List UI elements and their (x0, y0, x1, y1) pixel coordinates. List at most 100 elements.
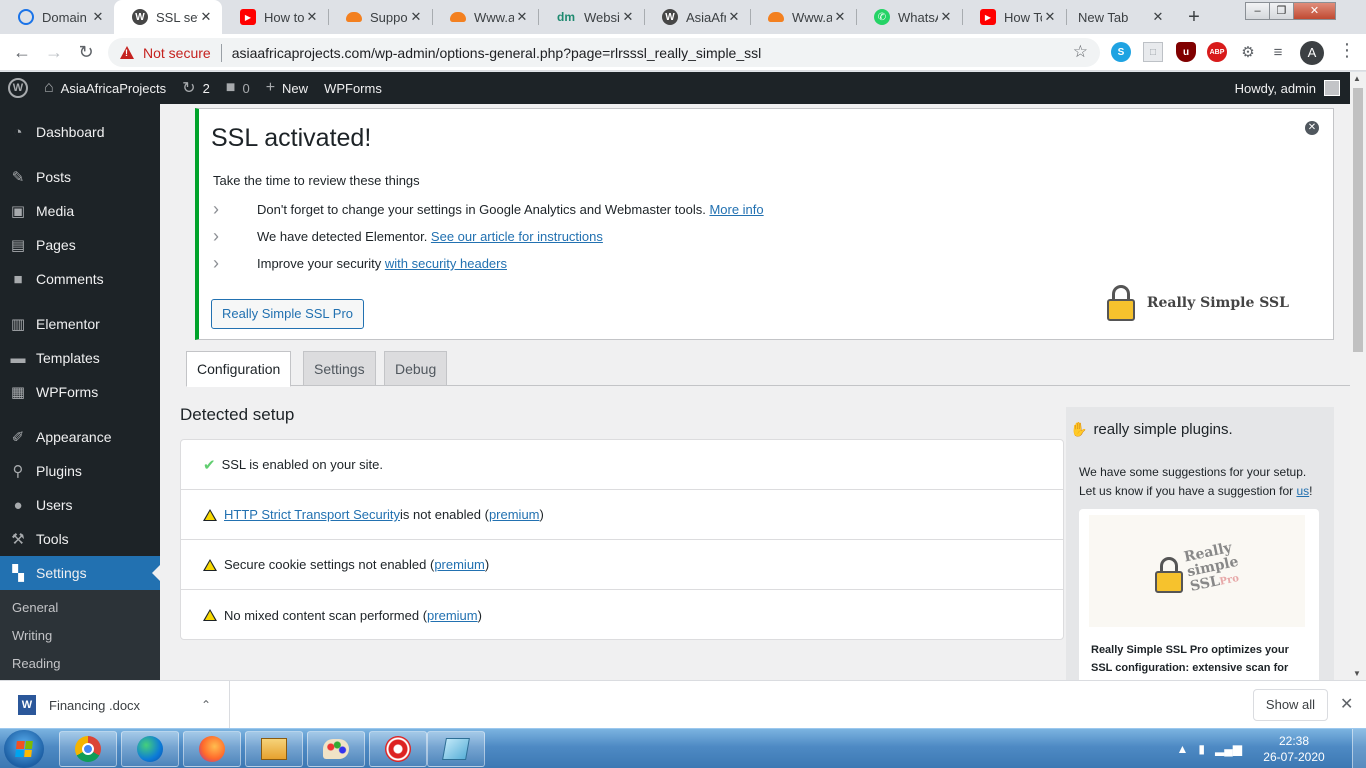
tab-close-icon[interactable]: ✕ (620, 9, 636, 25)
review-link[interactable]: See our article for instructions (431, 229, 603, 244)
browser-tab[interactable]: dm Website✕ (538, 0, 644, 34)
bookmark-extension-icon[interactable]: □ (1143, 42, 1163, 62)
taskbar-notepad[interactable] (427, 731, 485, 767)
tab-close-icon[interactable]: ✕ (408, 9, 424, 25)
signal-icon[interactable]: ▂▄▆ (1215, 742, 1242, 756)
taskbar-firefox[interactable] (183, 731, 241, 767)
power-icon[interactable]: ▮ (1198, 742, 1205, 756)
sidebar-item-comments[interactable]: ■ Comments (0, 262, 160, 296)
scroll-up-icon[interactable]: ▲ (1353, 74, 1361, 83)
media-queue-icon[interactable]: ≡ (1268, 42, 1288, 62)
start-button[interactable] (4, 730, 44, 768)
sidebar-item-templates[interactable]: ▬ Templates (0, 341, 160, 375)
taskbar-edge[interactable] (121, 731, 179, 767)
browser-tab[interactable]: W AsiaAfri✕ (644, 0, 750, 34)
suggestion-link[interactable]: us (1296, 484, 1309, 498)
tab-close-icon[interactable]: ✕ (832, 9, 848, 25)
sidebar-item-settings[interactable]: ▚ Settings (0, 556, 160, 590)
browser-tab[interactable]: ▶ How to ✕ (222, 0, 328, 34)
ublock-origin-icon[interactable]: u (1176, 42, 1196, 62)
browser-tab[interactable]: Domain ✕ (0, 0, 114, 34)
window-close-icon[interactable]: ✕ (1293, 2, 1336, 20)
tab-close-icon[interactable]: ✕ (304, 9, 320, 25)
tab-close-icon[interactable]: ✕ (938, 9, 954, 25)
url-text[interactable]: asiaafricaprojects.com/wp-admin/options-… (232, 45, 762, 61)
taskbar-chrome[interactable] (59, 731, 117, 767)
sidebar-item-users[interactable]: ● Users (0, 488, 160, 522)
taskbar-app-red[interactable] (369, 731, 427, 767)
security-status[interactable]: Not secure (143, 45, 211, 61)
browser-tab[interactable]: ✆ WhatsA✕ (856, 0, 962, 34)
really-simple-ssl-pro-button[interactable]: Really Simple SSL Pro (211, 299, 365, 329)
review-link[interactable]: More info (709, 202, 763, 217)
premium-link[interactable]: premium (427, 608, 478, 623)
pro-promo-card[interactable]: Really simple SSLPro Really Simple SSL P… (1079, 509, 1319, 680)
close-download-shelf-icon[interactable]: ✕ (1340, 694, 1353, 714)
dismiss-icon[interactable]: ✕ (1305, 121, 1319, 135)
browser-tab[interactable]: Www.as✕ (750, 0, 856, 34)
warning-icon[interactable]: ! (120, 46, 134, 59)
show-desktop-button[interactable] (1352, 729, 1366, 768)
tab-settings[interactable]: Settings (303, 351, 376, 386)
sidebar-item-media[interactable]: ▣ Media (0, 194, 160, 228)
sidebar-item-elementor[interactable]: ▥ Elementor (0, 307, 160, 341)
tab-close-icon[interactable]: ✕ (514, 9, 530, 25)
address-bar[interactable]: ! Not secure asiaafricaprojects.com/wp-a… (108, 38, 1100, 67)
premium-link[interactable]: premium (434, 557, 485, 572)
scrollbar-thumb[interactable] (1353, 88, 1363, 352)
tray-expand-icon[interactable]: ▲ (1177, 742, 1189, 756)
tab-debug[interactable]: Debug (384, 351, 448, 386)
profile-avatar[interactable]: A (1300, 41, 1324, 65)
browser-tab[interactable]: W SSL sett✕ (114, 0, 222, 34)
tab-close-icon[interactable]: ✕ (1042, 9, 1058, 25)
scroll-down-icon[interactable]: ▼ (1353, 669, 1361, 678)
tab-close-icon[interactable]: ✕ (726, 9, 742, 25)
wpforms-link[interactable]: WPForms (316, 72, 390, 104)
sidebar-item-posts[interactable]: ✎ Posts (0, 160, 160, 194)
bookmark-star-icon[interactable]: ☆ (1073, 42, 1088, 62)
wordpress-logo-icon[interactable]: W (0, 72, 36, 104)
site-name-link[interactable]: ⌂ AsiaAfricaProjects (36, 72, 174, 104)
tab-configuration[interactable]: Configuration (186, 351, 292, 387)
page-scrollbar[interactable]: ▲ ▼ (1350, 72, 1366, 680)
restore-icon[interactable]: ❐ (1269, 2, 1294, 20)
sidebar-item-dashboard[interactable]: ◔ Dashboard (0, 115, 160, 149)
new-content-link[interactable]: + New (258, 72, 316, 104)
browser-tab[interactable]: New Tab ✕ (1066, 0, 1174, 34)
sidebar-item-appearance[interactable]: ✐ Appearance (0, 420, 160, 454)
browser-tab[interactable]: Support✕ (328, 0, 432, 34)
extensions-puzzle-icon[interactable]: ⚙ (1238, 42, 1258, 62)
chevron-up-icon[interactable]: ⌃ (201, 698, 211, 712)
review-link[interactable]: with security headers (385, 256, 507, 271)
sidebar-item-pages[interactable]: ▤ Pages (0, 228, 160, 262)
tab-close-icon[interactable]: ✕ (1150, 9, 1166, 25)
browser-tab[interactable]: Www.as✕ (432, 0, 538, 34)
forward-icon[interactable]: → (42, 40, 66, 64)
account-menu[interactable]: Howdy, admin (1235, 80, 1350, 96)
submenu-item-reading[interactable]: Reading (12, 656, 60, 671)
submenu-item-general[interactable]: General (12, 600, 58, 615)
show-all-button[interactable]: Show all (1253, 689, 1328, 721)
sidebar-item-wpforms[interactable]: ▦ WPForms (0, 375, 160, 409)
setup-row-link[interactable]: HTTP Strict Transport Security (224, 507, 400, 522)
taskbar-media-player[interactable] (245, 731, 303, 767)
adblock-plus-icon[interactable]: ABP (1207, 42, 1227, 62)
skype-extension-icon[interactable]: S (1111, 42, 1131, 62)
back-icon[interactable]: ← (10, 40, 34, 64)
reload-icon[interactable]: ↻ (74, 40, 98, 64)
sidebar-item-tools[interactable]: ⚒ Tools (0, 522, 160, 556)
updates-link[interactable]: ↻ 2 (174, 72, 218, 104)
download-item[interactable]: W Financing .docx ⌃ (0, 681, 230, 729)
tab-close-icon[interactable]: ✕ (90, 9, 106, 25)
minimize-icon[interactable]: – (1245, 2, 1270, 20)
taskbar-clock[interactable]: 22:38 26-07-2020 (1256, 733, 1332, 765)
comments-link[interactable]: ■ 0 (218, 72, 258, 104)
new-tab-icon[interactable]: + (1182, 5, 1206, 29)
tab-close-icon[interactable]: ✕ (198, 9, 214, 25)
premium-link[interactable]: premium (489, 507, 540, 522)
taskbar-paint[interactable] (307, 731, 365, 767)
browser-tab[interactable]: ▶ How To✕ (962, 0, 1066, 34)
browser-menu-icon[interactable]: ⋮ (1338, 40, 1356, 61)
submenu-item-writing[interactable]: Writing (12, 628, 52, 643)
sidebar-item-plugins[interactable]: ⚲ Plugins (0, 454, 160, 488)
